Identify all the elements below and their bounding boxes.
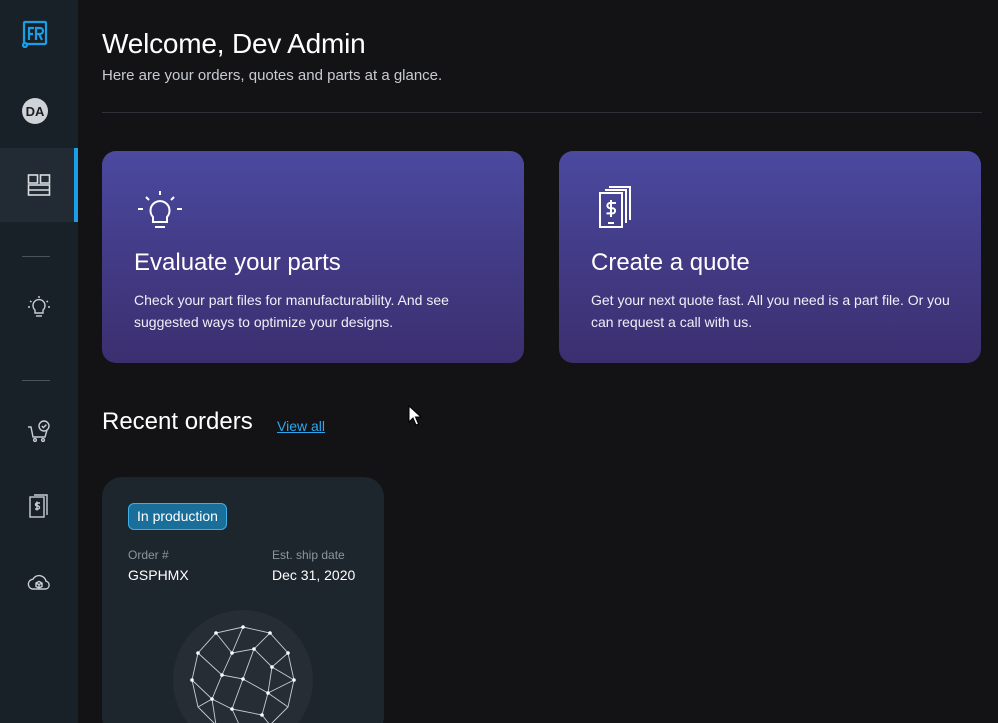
ship-date-label: Est. ship date (272, 548, 345, 562)
order-number-label: Order # (128, 548, 169, 562)
sidebar: DA (0, 0, 78, 723)
create-quote-card[interactable]: Create a quote Get your next quote fast.… (559, 151, 981, 363)
card-description: Check your part files for manufacturabil… (134, 292, 449, 330)
lightbulb-icon (28, 296, 50, 317)
card-description: Get your next quote fast. All you need i… (591, 292, 950, 330)
mouse-cursor-icon (408, 405, 422, 426)
card-title: Create a quote (591, 249, 750, 276)
order-number: GSPHMX (128, 567, 189, 583)
lightbulb-icon (134, 185, 186, 237)
ship-date: Dec 31, 2020 (272, 567, 356, 583)
evaluate-parts-card[interactable]: Evaluate your parts Check your part file… (102, 151, 524, 363)
sidebar-item-orders[interactable] (0, 394, 78, 468)
sidebar-item-quotes[interactable] (0, 470, 78, 544)
card-title: Evaluate your parts (134, 249, 341, 276)
sidebar-item-evaluate[interactable] (0, 270, 78, 344)
page-title: Welcome, Dev Admin (102, 28, 366, 59)
sidebar-divider (22, 380, 50, 381)
avatar-initials: DA (25, 103, 45, 119)
cloud-box-icon (27, 574, 50, 590)
order-card[interactable]: In production Order # GSPHMX Est. ship d… (102, 477, 384, 723)
dashboard-icon (27, 174, 51, 196)
fr-logo-icon[interactable] (21, 20, 50, 49)
view-all-link[interactable]: View all (277, 418, 325, 434)
recent-orders-title: Recent orders (102, 408, 253, 435)
page-subtitle: Here are your orders, quotes and parts a… (102, 67, 443, 84)
header-divider (102, 112, 982, 113)
avatar[interactable]: DA (22, 98, 48, 124)
main-content: Welcome, Dev Admin Here are your orders,… (78, 0, 998, 723)
wireframe-sphere-icon (172, 609, 314, 723)
quote-dollar-icon (591, 185, 643, 237)
status-badge: In production (128, 503, 227, 530)
cart-check-icon (28, 420, 50, 443)
quote-dollar-icon (29, 494, 48, 518)
sidebar-item-parts[interactable] (0, 546, 78, 620)
sidebar-divider (22, 256, 50, 257)
sidebar-item-dashboard[interactable] (0, 148, 78, 222)
